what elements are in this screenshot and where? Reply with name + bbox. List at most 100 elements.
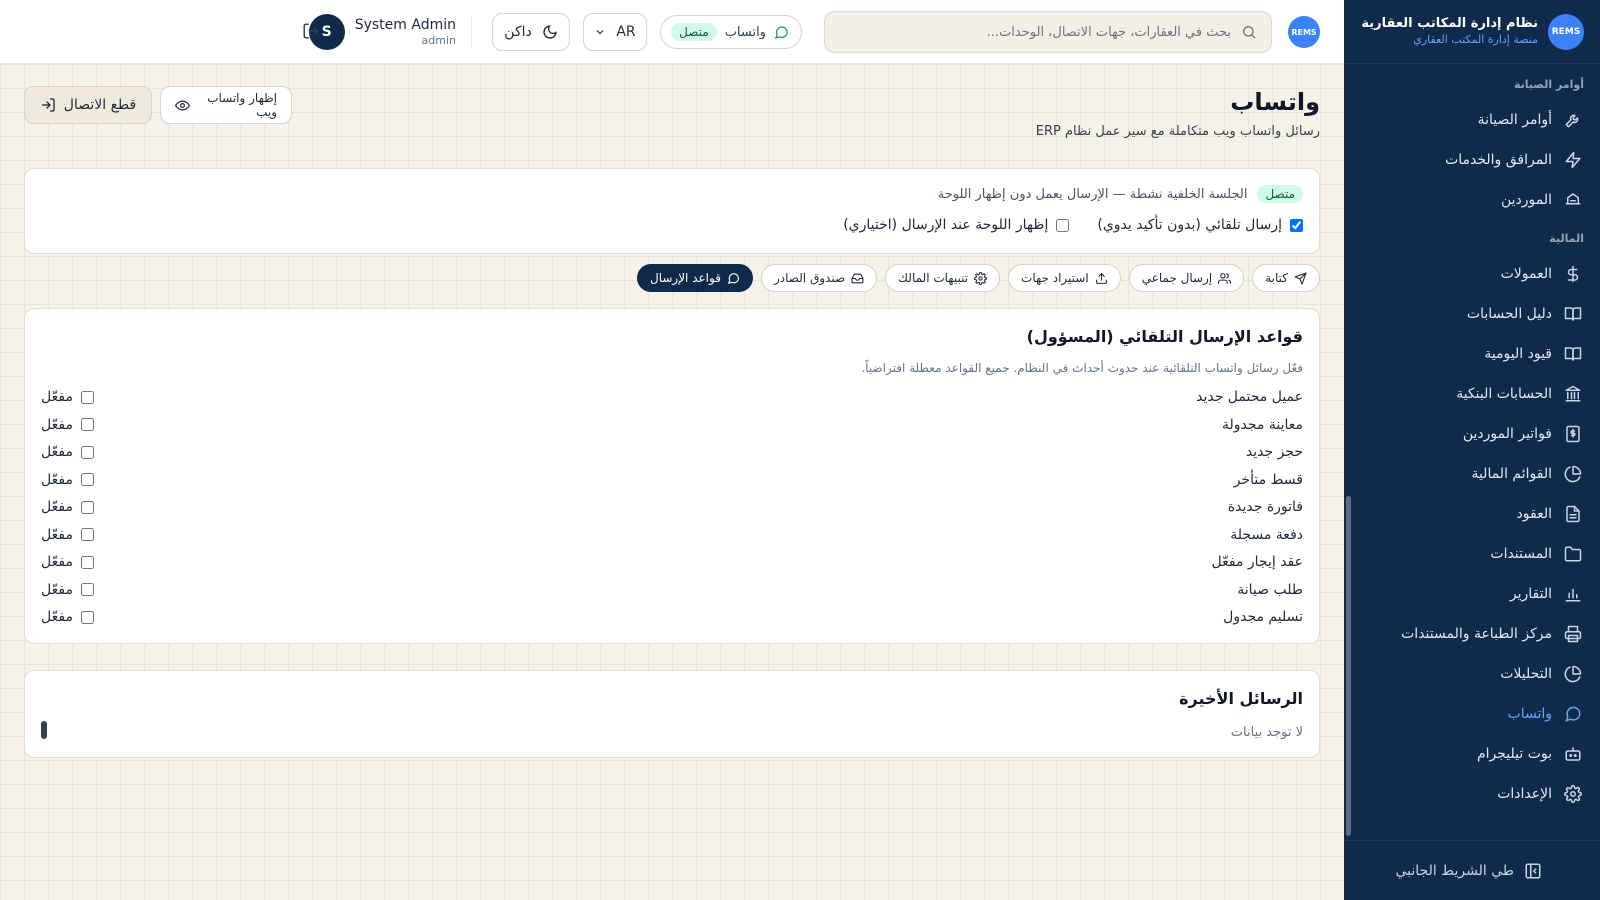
rules-title: قواعد الإرسال التلقائي (المسؤول) — [1026, 327, 1303, 346]
rule-toggle[interactable]: مفعّل — [41, 582, 94, 598]
global-search[interactable] — [824, 11, 1272, 53]
sidebar-item-label: التقارير — [1509, 586, 1552, 602]
sidebar-item[interactable]: الحسابات البنكية — [1344, 374, 1600, 414]
tab-label: إرسال جماعي — [1141, 271, 1213, 285]
recent-scrollbar[interactable] — [41, 721, 47, 739]
tab[interactable]: صندوق الصادر — [760, 264, 878, 292]
rule-label: قسط متأخر — [1233, 471, 1303, 488]
tab-label: قواعد الإرسال — [649, 271, 721, 285]
rule-row: طلب صيانة مفعّل — [41, 576, 1303, 604]
sidebar-item[interactable]: المرافق والخدمات — [1344, 140, 1600, 180]
collapse-sidebar-button[interactable]: طي الشريط الجانبي — [1344, 840, 1600, 900]
rule-enabled-checkbox[interactable] — [80, 500, 94, 514]
send-rules-card: قواعد الإرسال التلقائي (المسؤول) فعّل رس… — [24, 308, 1320, 644]
chat-icon — [774, 25, 789, 40]
rule-row: معاينة مجدولة مفعّل — [41, 411, 1303, 439]
tab[interactable]: قواعد الإرسال — [636, 264, 753, 292]
rule-label: عقد إيجار مفعّل — [1211, 554, 1303, 570]
rule-toggle[interactable]: مفعّل — [41, 472, 94, 488]
sidebar-item[interactable]: بوت تيليجرام — [1344, 734, 1600, 774]
rule-toggle[interactable]: مفعّل — [41, 417, 94, 433]
sidebar-item[interactable]: دليل الحسابات — [1344, 294, 1600, 334]
app-avatar[interactable]: REMS — [1288, 16, 1320, 48]
sidebar-item[interactable]: العمولات — [1344, 254, 1600, 294]
sidebar-item[interactable]: الموردين — [1344, 180, 1600, 220]
logout-button[interactable] — [300, 22, 320, 42]
bolt-icon — [1564, 151, 1582, 169]
sidebar-scrollbar[interactable] — [1346, 496, 1351, 836]
sidebar-item[interactable]: واتساب — [1344, 694, 1600, 734]
brand-title: نظام إدارة المكاتب العقارية — [1361, 15, 1538, 31]
rule-toggle[interactable]: مفعّل — [41, 554, 94, 570]
rule-enabled-checkbox[interactable] — [80, 610, 94, 624]
sidebar-item[interactable]: المستندات — [1344, 534, 1600, 574]
theme-toggle-button[interactable]: داكن — [492, 13, 570, 51]
whatsapp-status-pill[interactable]: واتساب متصل — [660, 15, 802, 49]
topbar: REMS واتساب متصل AR داكن System Admin ad… — [0, 0, 1344, 64]
page-subtitle: رسائل واتساب ويب متكاملة مع سير عمل نظام… — [1035, 124, 1320, 139]
collapse-label: طي الشريط الجانبي — [1395, 862, 1514, 879]
gear-icon — [1564, 785, 1582, 803]
dollar-icon — [1564, 265, 1582, 283]
users-icon — [1218, 272, 1232, 285]
sidebar-item[interactable]: القوائم المالية — [1344, 454, 1600, 494]
sidebar-item-label: الإعدادات — [1497, 786, 1552, 802]
rule-toggle-label: مفعّل — [41, 526, 73, 543]
rule-enabled-checkbox[interactable] — [80, 390, 94, 404]
rule-toggle[interactable]: مفعّل — [41, 444, 94, 460]
show-whatsapp-web-button[interactable]: إظهار واتساب ويب — [160, 86, 292, 124]
tab[interactable]: كتابة — [1252, 264, 1320, 292]
rule-label: حجز جديد — [1245, 444, 1303, 460]
pie-icon — [1564, 665, 1582, 683]
rule-row: تسليم مجدول مفعّل — [41, 603, 1303, 631]
pie-icon — [1564, 465, 1582, 483]
main-content: واتساب رسائل واتساب ويب متكاملة مع سير ع… — [0, 64, 1344, 900]
rule-toggle-label: مفعّل — [41, 609, 73, 625]
nav-section-maintenance: أوامر الصيانة — [1513, 78, 1584, 91]
auto-send-option[interactable]: إرسال تلقائي (بدون تأكيد يدوي) — [1097, 217, 1303, 233]
chat-icon — [727, 272, 740, 285]
language-selector[interactable]: AR — [583, 13, 647, 51]
rule-enabled-checkbox[interactable] — [80, 445, 94, 459]
sidebar-item[interactable]: فواتير الموردين — [1344, 414, 1600, 454]
sidebar-item[interactable]: التقارير — [1344, 574, 1600, 614]
gear-icon — [974, 271, 988, 285]
rule-enabled-checkbox[interactable] — [80, 555, 94, 569]
sidebar-item[interactable]: أوامر الصيانة — [1344, 100, 1600, 140]
rule-toggle[interactable]: مفعّل — [41, 527, 94, 543]
rule-enabled-checkbox[interactable] — [80, 418, 94, 431]
auto-send-checkbox[interactable] — [1290, 218, 1303, 232]
sidebar-item[interactable]: قيود اليومية — [1344, 334, 1600, 374]
rule-enabled-checkbox[interactable] — [80, 583, 94, 596]
rule-enabled-checkbox[interactable] — [80, 473, 94, 486]
send-icon — [1294, 272, 1307, 285]
sidebar-item[interactable]: الإعدادات — [1344, 774, 1600, 814]
inbox-icon — [851, 272, 864, 285]
rule-toggle[interactable]: مفعّل — [41, 389, 94, 405]
rule-toggle[interactable]: مفعّل — [41, 499, 94, 515]
rule-toggle[interactable]: مفعّل — [41, 609, 94, 625]
wrench-icon — [1564, 111, 1582, 129]
tab[interactable]: تنبيهات المالك — [885, 264, 1001, 292]
sidebar-item[interactable]: العقود — [1344, 494, 1600, 534]
show-panel-checkbox[interactable] — [1056, 218, 1070, 232]
sidebar-item-label: العمولات — [1500, 266, 1552, 282]
recent-title: الرسائل الأخيرة — [1179, 689, 1303, 708]
tab[interactable]: إرسال جماعي — [1128, 264, 1245, 292]
disconnect-button[interactable]: قطع الاتصال — [24, 86, 152, 124]
sidebar-item[interactable]: التحليلات — [1344, 654, 1600, 694]
chat-icon — [1564, 705, 1582, 723]
brand-logo: REMS — [1548, 13, 1584, 50]
sidebar-item[interactable]: مركز الطباعة والمستندات — [1344, 614, 1600, 654]
show-panel-option[interactable]: إظهار اللوحة عند الإرسال (اختياري) — [843, 217, 1070, 233]
sidebar-item-label: المستندات — [1490, 546, 1552, 562]
search-input[interactable] — [839, 24, 1231, 40]
rule-toggle-label: مفعّل — [41, 389, 73, 405]
connection-status-badge: متصل — [1257, 185, 1303, 203]
invoice-icon — [1564, 425, 1582, 443]
user-menu[interactable]: System Admin admin S — [308, 12, 456, 52]
topbar-divider — [471, 16, 472, 48]
sidebar-item-label: العقود — [1516, 506, 1552, 522]
rule-enabled-checkbox[interactable] — [80, 528, 94, 541]
tab[interactable]: استيراد جهات — [1008, 264, 1121, 292]
